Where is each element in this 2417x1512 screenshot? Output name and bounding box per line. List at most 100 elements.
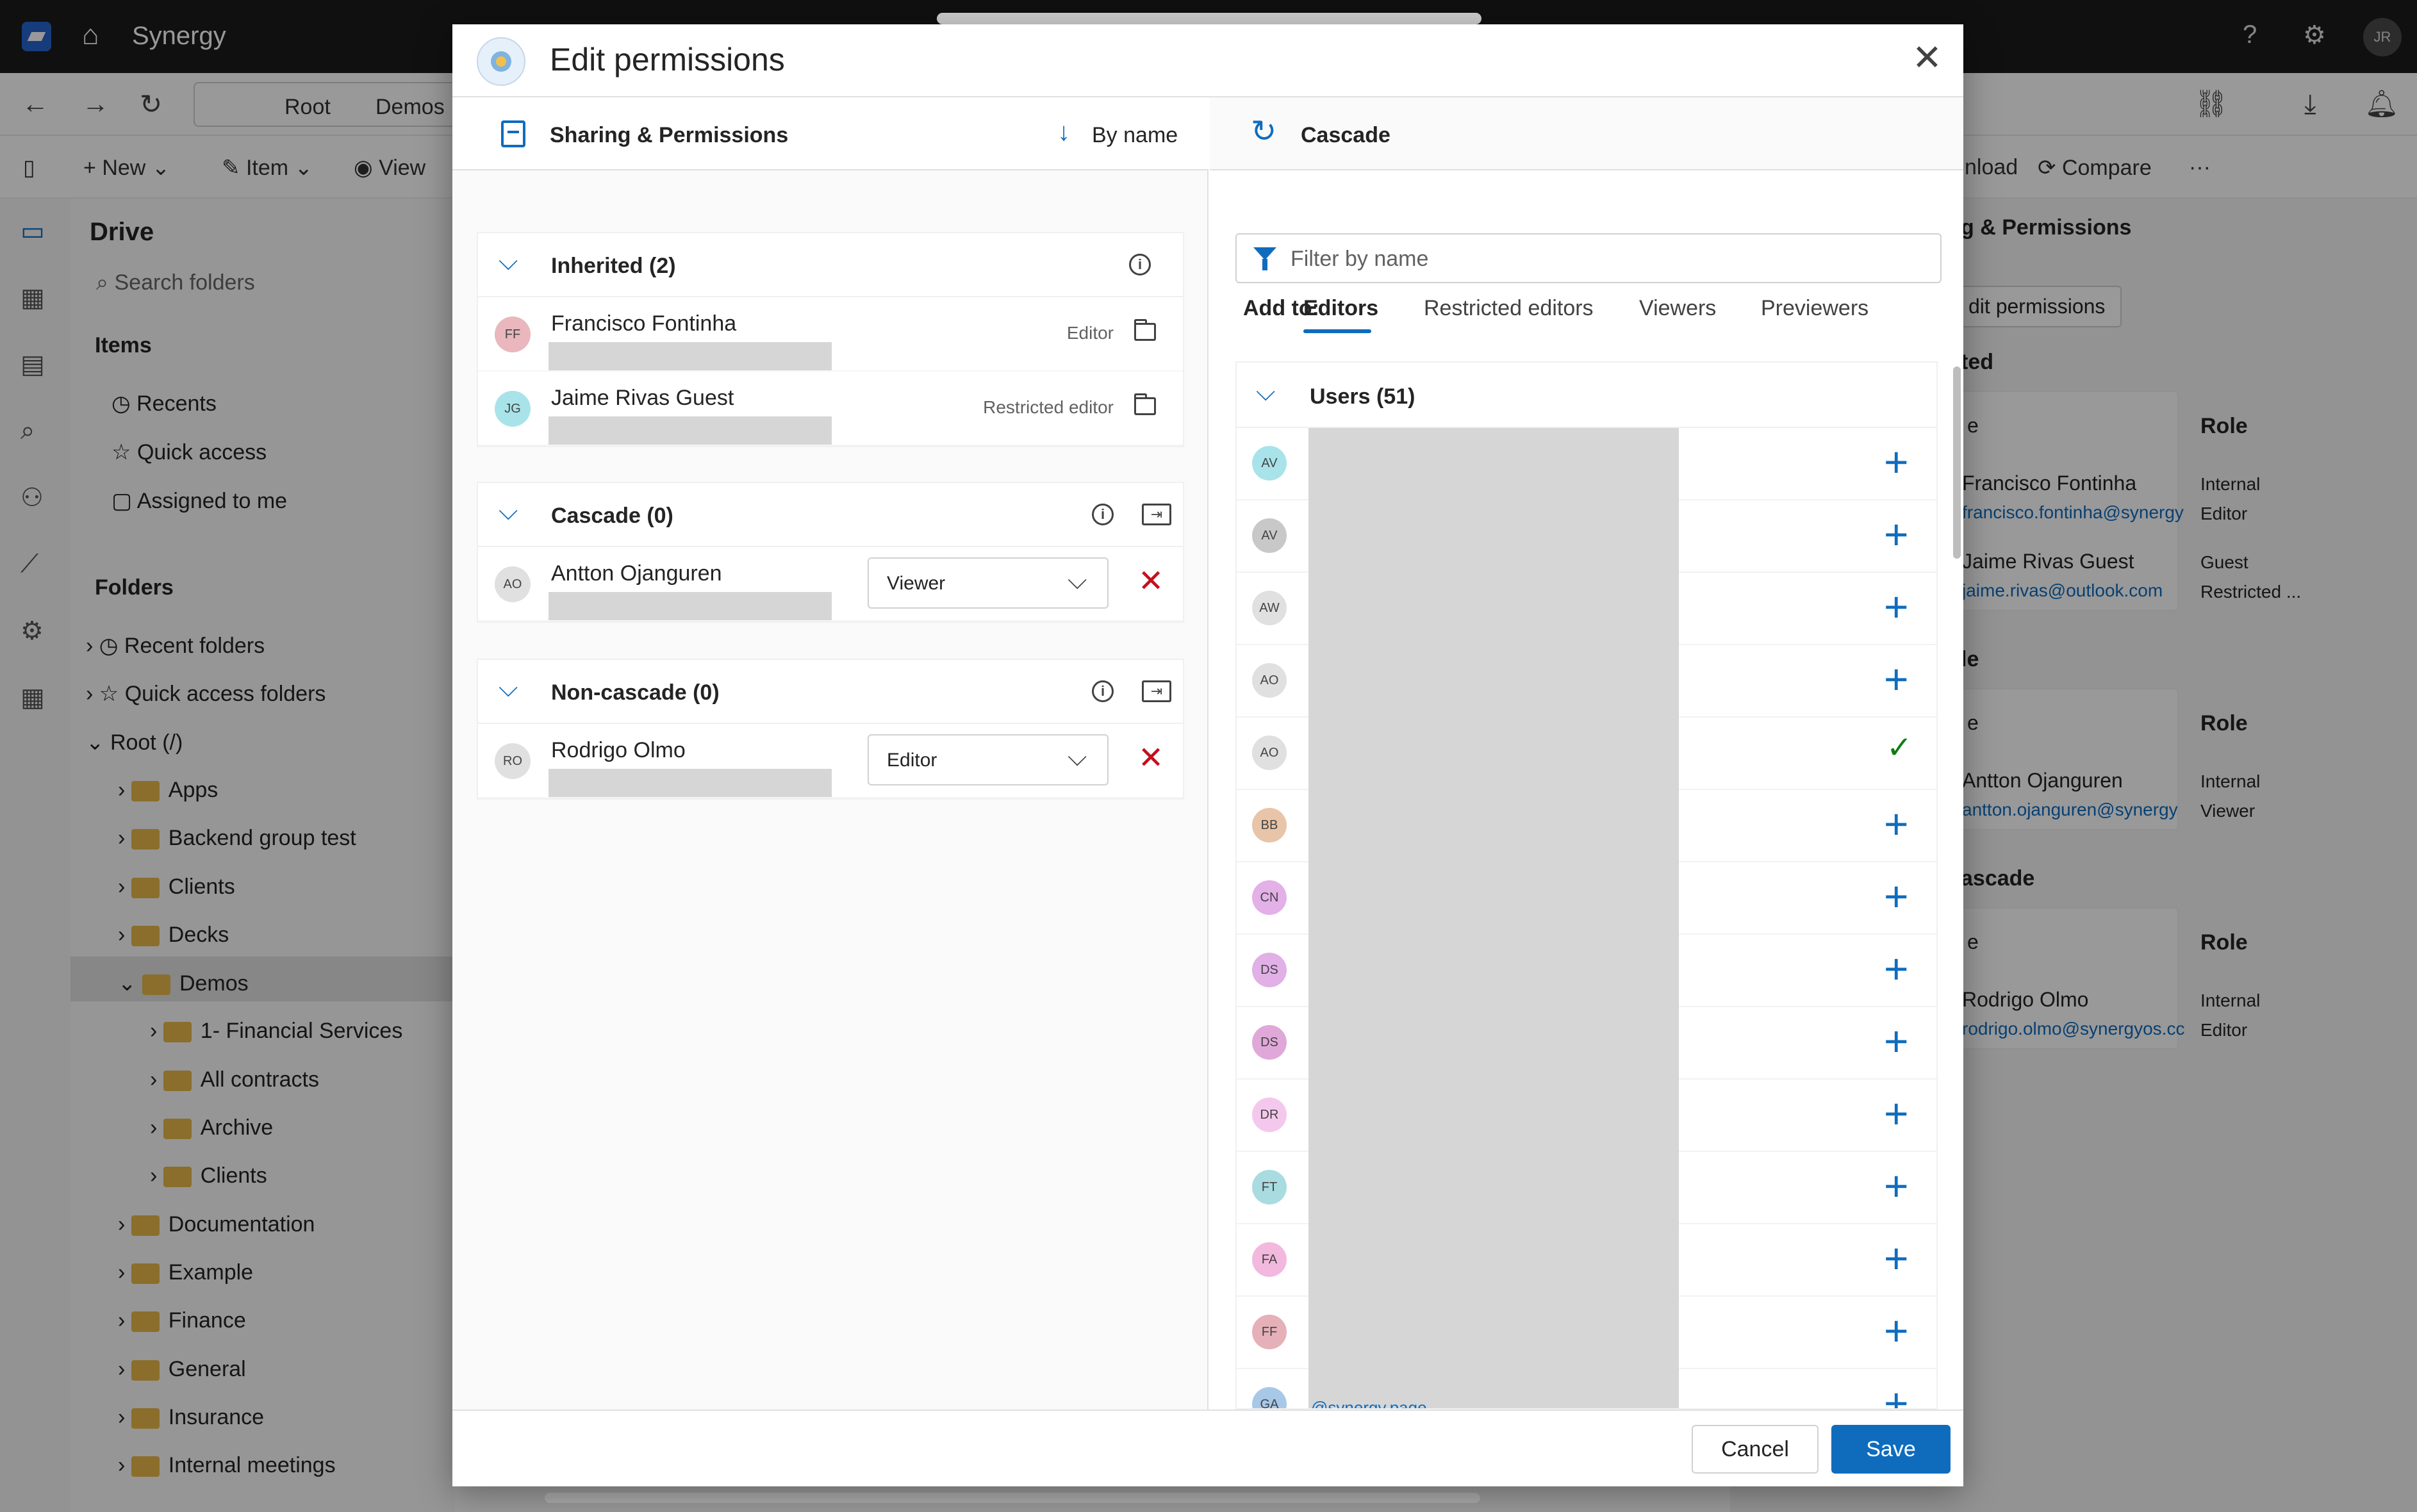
folder-icon[interactable]: [1134, 393, 1156, 415]
tab-restricted-editors[interactable]: Restricted editors: [1424, 296, 1594, 321]
sharing-permissions-label: Sharing & Permissions: [550, 123, 789, 147]
add-user-button[interactable]: +: [1884, 441, 1909, 483]
avatar: AV: [1252, 446, 1287, 481]
avatar: GA: [1252, 1387, 1287, 1408]
cascade-label: Cascade: [1301, 123, 1390, 147]
checkmark-icon[interactable]: ✓: [1886, 733, 1912, 764]
permission-row: JG Jaime Rivas Guest Restricted editor: [478, 372, 1183, 446]
inherited-header[interactable]: ⌵ Inherited (2) i: [478, 233, 1183, 297]
dialog-header: Edit permissions ✕: [452, 24, 1963, 97]
avatar: BB: [1252, 808, 1287, 842]
role-dropdown[interactable]: Editor ⌵: [868, 734, 1109, 785]
cascade-header[interactable]: ⌵ Cascade (0) i ⇥: [478, 483, 1183, 547]
horizontal-scrollbar[interactable]: [545, 1493, 1480, 1503]
role-dropdown[interactable]: Viewer ⌵: [868, 557, 1109, 609]
cancel-button[interactable]: Cancel: [1692, 1425, 1819, 1474]
chevron-down-icon[interactable]: ⌵: [499, 675, 518, 701]
add-user-button[interactable]: +: [1884, 658, 1909, 700]
info-icon[interactable]: i: [1092, 680, 1114, 702]
redacted-user-names: [1308, 428, 1679, 1408]
active-tab-indicator: [1303, 329, 1371, 333]
user-role: Restricted editor: [983, 397, 1114, 417]
remove-icon[interactable]: ✕: [1138, 566, 1164, 597]
role-dropdown-value: Viewer: [887, 573, 946, 594]
avatar: AW: [1252, 591, 1287, 625]
redacted-email: [549, 769, 832, 797]
sort-arrow-icon[interactable]: ↓: [1057, 118, 1070, 147]
user-name: Antton Ojanguren: [551, 561, 722, 586]
filter-input[interactable]: [1291, 243, 1918, 274]
add-user-button[interactable]: +: [1884, 513, 1909, 555]
inherited-title: Inherited (2): [551, 254, 676, 278]
non-cascade-header[interactable]: ⌵ Non-cascade (0) i ⇥: [478, 660, 1183, 724]
avatar: FA: [1252, 1242, 1287, 1277]
avatar: JG: [495, 391, 531, 427]
dialog-title: Edit permissions: [550, 42, 785, 78]
cascade-rows: AO Antton Ojanguren Viewer ⌵ ✕: [478, 547, 1183, 621]
tab-previewers[interactable]: Previewers: [1761, 296, 1868, 321]
sharing-icon: [501, 120, 525, 147]
inherited-section: ⌵ Inherited (2) i FF Francisco Fontinha Ed…: [477, 232, 1184, 447]
vertical-scrollbar[interactable]: [1953, 366, 1961, 559]
non-cascade-section: ⌵ Non-cascade (0) i ⇥ RO Rodrigo Olmo Edit…: [477, 659, 1184, 800]
user-role: Editor: [1066, 323, 1114, 343]
redacted-email: [549, 592, 832, 620]
save-button[interactable]: Save: [1831, 1425, 1951, 1474]
add-user-button[interactable]: +: [1884, 1020, 1909, 1062]
avatar: DS: [1252, 1025, 1287, 1060]
filter-by-name-field[interactable]: [1235, 233, 1942, 283]
avatar: AO: [1252, 663, 1287, 698]
users-section: ⌵ Users (51) AV + AV + AW + AO + AO ✓ BB + CN + DS + DS +…: [1235, 361, 1938, 1409]
add-user-button[interactable]: +: [1884, 1310, 1909, 1352]
permission-row: AO Antton Ojanguren Viewer ⌵ ✕: [478, 547, 1183, 621]
user-name: Jaime Rivas Guest: [551, 386, 734, 410]
avatar: RO: [495, 743, 531, 779]
user-name: Francisco Fontinha: [551, 311, 737, 336]
chevron-down-icon: ⌵: [1068, 743, 1087, 771]
add-user-button[interactable]: +: [1884, 1165, 1909, 1207]
avatar: DR: [1252, 1097, 1287, 1132]
avatar: FT: [1252, 1170, 1287, 1204]
edit-permissions-dialog: Edit permissions ✕ Sharing & Permissions…: [452, 24, 1963, 1486]
move-icon[interactable]: ⇥: [1142, 504, 1171, 525]
chevron-down-icon[interactable]: ⌵: [1256, 379, 1275, 405]
cascade-title: Cascade (0): [551, 504, 673, 528]
chevron-down-icon: ⌵: [1068, 566, 1087, 595]
filter-icon: [1253, 247, 1276, 270]
avatar: CN: [1252, 880, 1287, 915]
close-icon[interactable]: ✕: [1912, 40, 1942, 76]
current-permissions-header: Sharing & Permissions ↓ By name: [452, 97, 1208, 170]
move-icon[interactable]: ⇥: [1142, 680, 1171, 702]
role-dropdown-value: Editor: [887, 750, 937, 771]
avatar: FF: [1252, 1315, 1287, 1349]
add-user-button[interactable]: +: [1884, 1092, 1909, 1135]
add-user-button[interactable]: +: [1884, 586, 1909, 628]
info-icon[interactable]: i: [1092, 504, 1114, 525]
non-cascade-rows: RO Rodrigo Olmo Editor ⌵ ✕: [478, 724, 1183, 798]
add-user-button[interactable]: +: [1884, 948, 1909, 990]
current-permissions-pane: Sharing & Permissions ↓ By name ⌵ Inheri…: [452, 97, 1208, 1409]
tab-editors[interactable]: Editors: [1303, 296, 1378, 321]
chevron-down-icon[interactable]: ⌵: [499, 498, 518, 524]
users-header[interactable]: ⌵ Users (51): [1237, 363, 1936, 428]
tab-viewers[interactable]: Viewers: [1639, 296, 1716, 321]
sort-by-name-button[interactable]: By name: [1092, 123, 1178, 148]
folder-icon[interactable]: [1134, 319, 1156, 341]
avatar: FF: [495, 316, 531, 352]
add-user-button[interactable]: +: [1884, 875, 1909, 917]
avatar: DS: [1252, 953, 1287, 987]
avatar: AO: [495, 566, 531, 602]
add-user-button[interactable]: +: [1884, 1382, 1909, 1408]
chevron-down-icon[interactable]: ⌵: [499, 249, 518, 274]
window-drag-handle: [937, 13, 1481, 24]
add-users-header: ↻ Cascade: [1210, 97, 1963, 170]
dialog-logo-icon: [477, 37, 525, 86]
user-name: Rodrigo Olmo: [551, 738, 686, 762]
add-user-button[interactable]: +: [1884, 1237, 1909, 1279]
add-user-button[interactable]: +: [1884, 803, 1909, 845]
non-cascade-title: Non-cascade (0): [551, 680, 720, 705]
avatar: AV: [1252, 518, 1287, 553]
info-icon[interactable]: i: [1129, 254, 1151, 275]
remove-icon[interactable]: ✕: [1138, 743, 1164, 774]
add-users-pane: ↻ Cascade Add to: Editors Restricted edi…: [1210, 97, 1963, 1409]
